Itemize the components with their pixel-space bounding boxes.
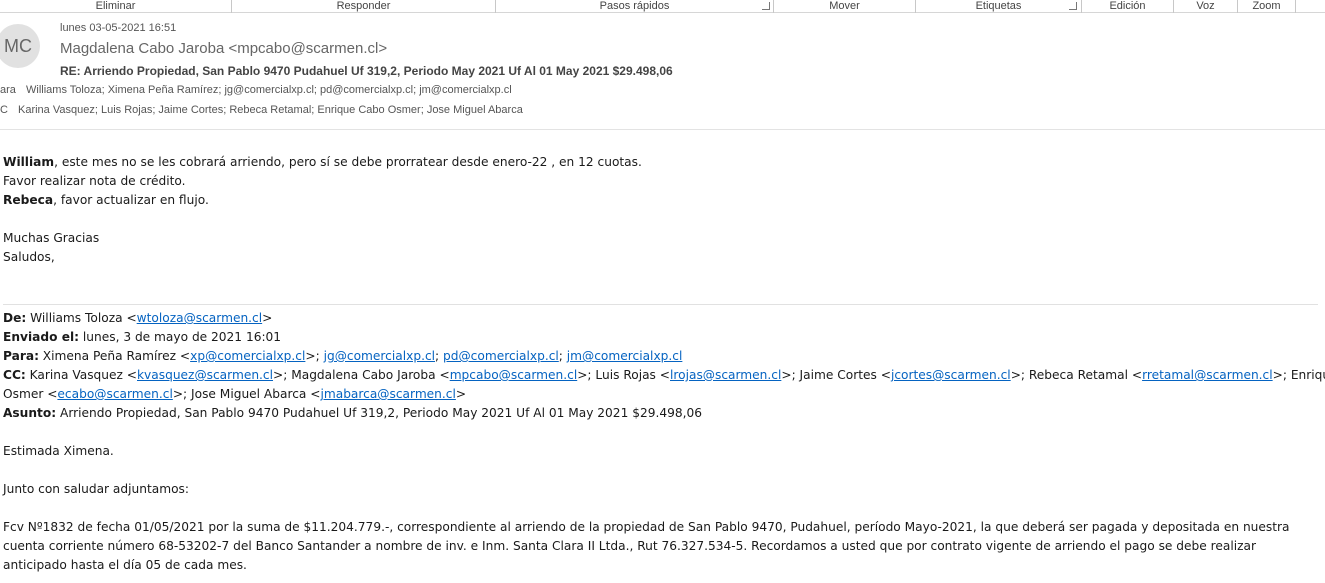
- quoted-subject-row: Asunto: Arriendo Propiedad, San Pablo 94…: [3, 404, 702, 423]
- quoted-greeting: Estimada Ximena.: [3, 444, 114, 458]
- quoted-cc-text: Karina Vasquez <: [25, 368, 137, 382]
- etiquetas-launcher-icon[interactable]: [1069, 2, 1077, 10]
- cc-recipients[interactable]: Karina Vasquez; Luis Rojas; Jaime Cortes…: [18, 104, 523, 116]
- quoted-paragraph: Fcv Nº1832 de fecha 01/05/2021 por la su…: [3, 520, 1290, 572]
- header-separator: [0, 129, 1325, 130]
- quoted-cc-email-link[interactable]: lrojas@scarmen.cl: [670, 368, 781, 382]
- reply-thanks: Muchas Gracias: [3, 231, 100, 245]
- quoted-from-row: De: Williams Toloza <wtoloza@scarmen.cl>: [3, 309, 272, 328]
- quoted-cc-text: >; Jaime Cortes <: [781, 368, 891, 382]
- quoted-to-email-link[interactable]: xp@comercialxp.cl: [190, 349, 305, 363]
- quoted-cc-email-link[interactable]: kvasquez@scarmen.cl: [137, 368, 273, 382]
- cc-recipients-row: C Karina Vasquez; Luis Rojas; Jaime Corte…: [0, 104, 523, 116]
- reply-name-rebeca: Rebeca: [3, 193, 54, 207]
- quoted-cc-label: CC:: [3, 368, 26, 382]
- quoted-cc-text: >; Luis Rojas <: [577, 368, 670, 382]
- ribbon-group-zoom[interactable]: Zoom: [1238, 0, 1296, 13]
- ribbon-group-mover[interactable]: Mover: [774, 0, 916, 13]
- quoted-from-email-link[interactable]: wtoloza@scarmen.cl: [137, 311, 262, 325]
- ribbon-group-labels: Eliminar Responder Pasos rápidos Mover E…: [0, 0, 1325, 13]
- reply-line-1-text: , este mes no se les cobrará arriendo, p…: [54, 155, 642, 169]
- to-recipients-row: ara Williams Toloza; Ximena Peña Ramírez;…: [0, 84, 512, 96]
- quoted-cc-text: >; Jose Miguel Abarca <: [172, 387, 321, 401]
- quoted-to-name: Ximena Peña Ramírez <: [38, 349, 191, 363]
- quoted-sent-label: Enviado el:: [3, 330, 80, 344]
- quoted-sent-row: Enviado el: lunes, 3 de mayo de 2021 16:…: [3, 328, 281, 347]
- message-subject: RE: Arriendo Propiedad, San Pablo 9470 P…: [60, 64, 673, 78]
- quoted-cc-text: >: [455, 387, 467, 401]
- reply-line-3: Rebeca, favor actualizar en flujo.: [3, 191, 209, 210]
- ribbon-group-pasos-rapidos[interactable]: Pasos rápidos: [496, 0, 774, 13]
- quoted-cc-email-link[interactable]: rretamal@scarmen.cl: [1142, 368, 1273, 382]
- quoted-cc-text: >; Rebeca Retamal <: [1010, 368, 1143, 382]
- quoted-subject-label: Asunto:: [3, 406, 57, 420]
- cc-label: C: [0, 104, 8, 116]
- ribbon-group-edicion[interactable]: Edición: [1082, 0, 1174, 13]
- quoted-intro: Junto con saludar adjuntamos:: [3, 482, 189, 496]
- quoted-cc-text: >; Magdalena Cabo Jaroba <: [273, 368, 450, 382]
- quoted-cc-email-link[interactable]: mpcabo@scarmen.cl: [450, 368, 578, 382]
- quoted-cc-text: >; Enrique Cabo: [1272, 368, 1325, 382]
- quoted-from-close: >: [262, 311, 273, 325]
- reply-regards: Saludos,: [3, 250, 55, 264]
- quoted-to-email-link[interactable]: pd@comercialxp.cl: [443, 349, 559, 363]
- sender-avatar[interactable]: MC: [0, 24, 40, 68]
- reply-name-william: William: [3, 155, 55, 169]
- to-label: ara: [0, 84, 16, 96]
- pasos-rapidos-launcher-icon[interactable]: [762, 2, 770, 10]
- ribbon-group-responder[interactable]: Responder: [232, 0, 496, 13]
- quoted-to-email-link[interactable]: jg@comercialxp.cl: [324, 349, 435, 363]
- quoted-cc-row: CC: Karina Vasquez <kvasquez@scarmen.cl>…: [3, 366, 1325, 385]
- quoted-cc-email-link[interactable]: ecabo@scarmen.cl: [57, 387, 172, 401]
- quoted-divider: [3, 304, 1318, 305]
- reply-line-2: Favor realizar nota de crédito.: [3, 174, 186, 188]
- reply-line-1: William, este mes no se les cobrará arri…: [3, 153, 642, 172]
- quoted-cc-row-cont: Osmer <ecabo@scarmen.cl>; Jose Miguel Ab…: [3, 385, 466, 404]
- quoted-cc-email-link[interactable]: jcortes@scarmen.cl: [891, 368, 1011, 382]
- message-sender[interactable]: Magdalena Cabo Jaroba <mpcabo@scarmen.cl…: [60, 40, 387, 57]
- ribbon-group-eliminar[interactable]: Eliminar: [0, 0, 232, 13]
- to-recipients[interactable]: Williams Toloza; Ximena Peña Ramírez; jg…: [26, 84, 512, 96]
- quoted-cc-text: Osmer <: [3, 387, 58, 401]
- quoted-to-label: Para:: [3, 349, 39, 363]
- quoted-to-row: Para: Ximena Peña Ramírez <xp@comercialx…: [3, 349, 683, 363]
- ribbon-group-etiquetas[interactable]: Etiquetas: [916, 0, 1082, 13]
- quoted-sent-value: lunes, 3 de mayo de 2021 16:01: [79, 330, 282, 344]
- quoted-from-label: De:: [3, 311, 27, 325]
- ribbon-group-voz[interactable]: Voz: [1174, 0, 1238, 13]
- quoted-cc-email-link[interactable]: jmabarca@scarmen.cl: [320, 387, 455, 401]
- quoted-to-email-link[interactable]: jm@comercialxp.cl: [567, 349, 683, 363]
- message-date: lunes 03-05-2021 16:51: [60, 22, 177, 34]
- reply-line-3-text: , favor actualizar en flujo.: [53, 193, 209, 207]
- quoted-subject-value: Arriendo Propiedad, San Pablo 9470 Pudah…: [56, 406, 702, 420]
- quoted-from-name: Williams Toloza <: [26, 311, 137, 325]
